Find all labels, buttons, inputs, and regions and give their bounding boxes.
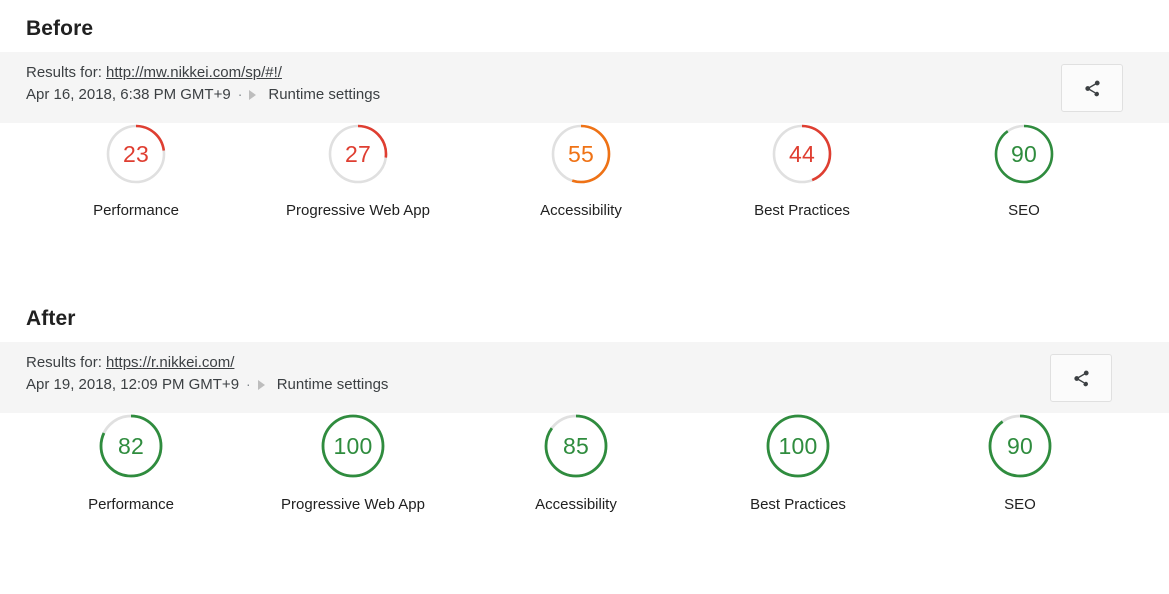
gauge-best-practices: 44 Best Practices [702, 123, 902, 220]
report-timestamp: Apr 19, 2018, 12:09 PM GMT+9 [26, 376, 240, 393]
gauge-label: Progressive Web App [281, 496, 425, 513]
gauge-seo: 90 SEO [924, 123, 1124, 220]
report-url-link[interactable]: https://r.nikkei.com/ [106, 354, 234, 371]
gauge-score: 100 [333, 432, 373, 459]
results-line: Results for: http://mw.nikkei.com/sp/#!/ [26, 62, 1169, 83]
report-url-link[interactable]: http://mw.nikkei.com/sp/#!/ [106, 64, 282, 81]
gauge-score: 85 [563, 432, 589, 459]
meta-separator-dot: · [246, 376, 251, 392]
gauge-ring: 82 [98, 413, 164, 479]
gauge-accessibility: 85 Accessibility [476, 413, 676, 514]
section-title-before: Before [26, 17, 94, 40]
results-line: Results for: https://r.nikkei.com/ [26, 352, 1169, 373]
gauge-ring: 90 [993, 123, 1055, 185]
runtime-settings-toggle[interactable]: Runtime settings [277, 374, 389, 395]
chevron-right-icon[interactable] [249, 89, 257, 100]
gauge-score: 82 [118, 432, 144, 459]
gauge-performance: 82 Performance [31, 413, 231, 514]
report-meta-line: Apr 19, 2018, 12:09 PM GMT+9 · Runtime s… [26, 374, 1169, 395]
gauge-label: Performance [93, 202, 179, 219]
gauge-label: Accessibility [535, 496, 617, 513]
gauge-score: 55 [568, 140, 594, 167]
gauge-score: 90 [1011, 140, 1037, 167]
gauge-score: 23 [123, 140, 149, 167]
gauge-progressive-web-app: 100 Progressive Web App [253, 413, 453, 514]
gauge-label: SEO [1004, 496, 1036, 513]
gauge-ring: 44 [771, 123, 833, 185]
gauge-ring: 27 [327, 123, 389, 185]
section-before: Before Results for: http://mw.nikkei.com… [0, 0, 1169, 258]
gauge-label: Progressive Web App [286, 202, 430, 219]
gauge-label: Performance [88, 496, 174, 513]
gauge-ring: 55 [550, 123, 612, 185]
gauge-ring: 90 [987, 413, 1053, 479]
gauge-score: 44 [789, 140, 815, 167]
gauges-row-after: 82 Performance 100 Progressive Web App 8… [0, 413, 1169, 548]
runtime-settings-toggle[interactable]: Runtime settings [268, 84, 380, 105]
gauge-best-practices: 100 Best Practices [698, 413, 898, 514]
gauge-performance: 23 Performance [36, 123, 236, 220]
gauge-seo: 90 SEO [920, 413, 1120, 514]
gauge-score: 27 [345, 140, 371, 167]
results-for-label: Results for: [26, 64, 102, 81]
gauge-label: Accessibility [540, 202, 622, 219]
report-header-before: Results for: http://mw.nikkei.com/sp/#!/… [0, 52, 1169, 123]
share-icon [1083, 79, 1102, 98]
section-title-after: After [26, 307, 76, 330]
gauge-ring: 100 [765, 413, 831, 479]
share-icon [1072, 369, 1091, 388]
gauge-ring: 85 [543, 413, 609, 479]
gauge-ring: 100 [320, 413, 386, 479]
gauge-score: 100 [778, 432, 818, 459]
gauge-ring: 23 [105, 123, 167, 185]
gauge-label: Best Practices [750, 496, 846, 513]
gauge-progressive-web-app: 27 Progressive Web App [258, 123, 458, 220]
gauge-score: 90 [1007, 432, 1033, 459]
gauge-accessibility: 55 Accessibility [481, 123, 681, 220]
section-after: After Results for: https://r.nikkei.com/… [0, 290, 1169, 548]
report-header-after: Results for: https://r.nikkei.com/ Apr 1… [0, 342, 1169, 413]
gauges-row-before: 23 Performance 27 Progressive Web App 55… [0, 123, 1169, 258]
meta-separator-dot: · [237, 86, 243, 102]
gauge-label: Best Practices [754, 202, 850, 219]
share-button[interactable] [1061, 64, 1123, 112]
report-timestamp: Apr 16, 2018, 6:38 PM GMT+9 [26, 86, 231, 103]
chevron-right-icon[interactable] [257, 379, 265, 390]
report-meta-line: Apr 16, 2018, 6:38 PM GMT+9 · Runtime se… [26, 84, 1169, 105]
share-button[interactable] [1050, 354, 1112, 402]
gauge-label: SEO [1008, 202, 1040, 219]
results-for-label: Results for: [26, 354, 102, 371]
